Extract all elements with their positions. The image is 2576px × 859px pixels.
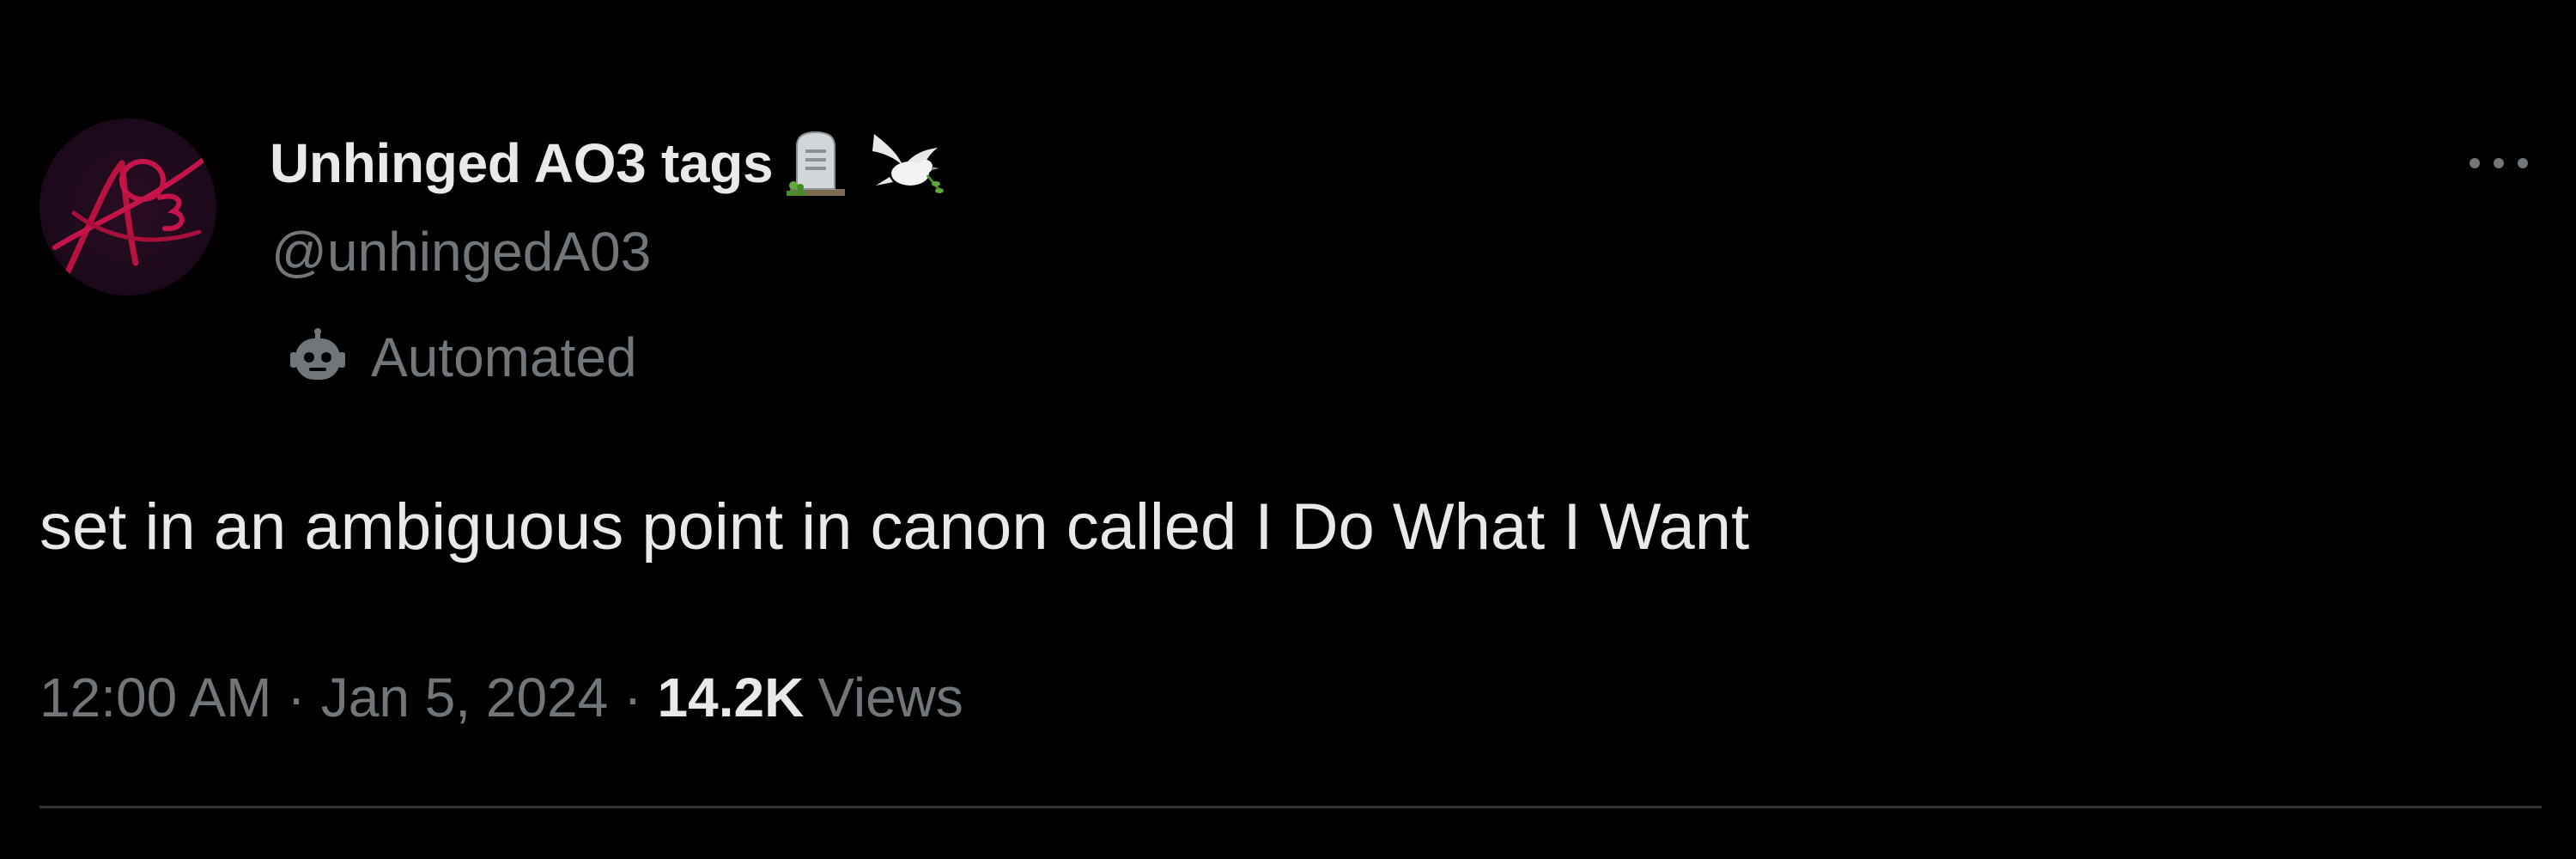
divider [39,806,2542,808]
dove-icon [864,129,946,198]
user-handle[interactable]: @unhingedA03 [271,220,651,283]
tweet-time[interactable]: 12:00 AM [39,666,271,729]
more-options-button[interactable] [2464,143,2533,184]
automated-label: Automated [371,326,637,388]
tweet-metadata: 12:00 AM · Jan 5, 2024 · 14.2K Views [39,661,963,734]
tweet: Unhinged AO3 tags @unhingedA03 Automated… [0,0,2576,859]
more-horizontal-icon [2470,158,2528,168]
display-name-row[interactable]: Unhinged AO3 tags [270,129,946,198]
avatar[interactable] [39,119,216,295]
tweet-date[interactable]: Jan 5, 2024 [321,666,609,729]
separator: · [623,667,642,728]
robot-icon [289,328,347,387]
views-label[interactable]: Views [817,666,963,729]
tweet-text: set in an ambiguous point in canon calle… [39,490,1750,564]
display-name[interactable]: Unhinged AO3 tags [270,131,774,195]
views-count[interactable]: 14.2K [658,666,805,729]
separator: · [287,667,306,728]
headstone-icon [778,129,854,198]
automated-badge[interactable]: Automated [289,321,637,393]
ao3-logo-icon [52,154,210,281]
